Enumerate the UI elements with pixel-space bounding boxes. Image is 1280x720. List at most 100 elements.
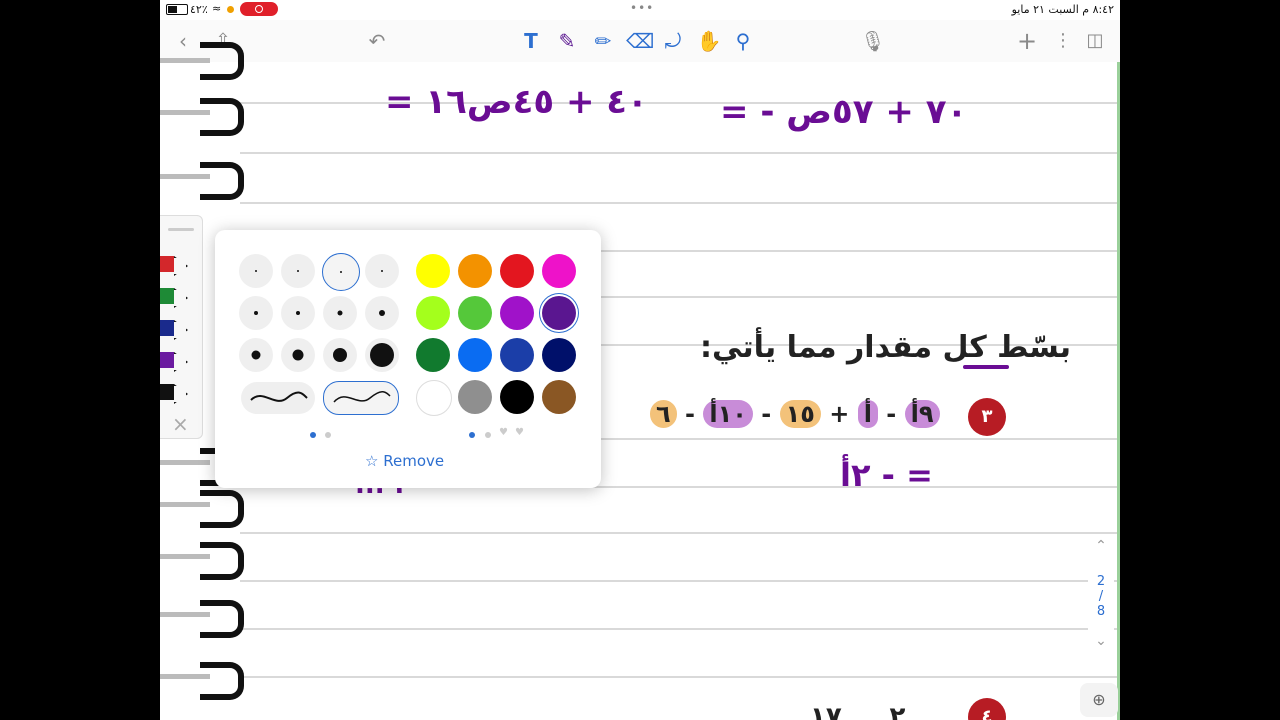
tapered-curve-icon — [333, 391, 391, 403]
problem-expression: ٩أ - أ + ١٥ - ١٠أ - ٦ — [650, 400, 940, 428]
handwriting-line1-left: ٤٠ + ٤٥ص١٦ = — [385, 82, 648, 122]
favorites-heart-icon[interactable]: ♥ — [499, 427, 508, 438]
page-dot-active[interactable] — [310, 432, 316, 438]
thickness-option[interactable] — [323, 338, 357, 372]
more-icon[interactable]: ⋮ — [1050, 28, 1076, 54]
thickness-option[interactable] — [365, 254, 399, 288]
pen-body — [160, 288, 174, 304]
color-swatch[interactable] — [542, 296, 576, 330]
thickness-option[interactable] — [281, 254, 315, 288]
eraser-icon[interactable]: ⌫ — [626, 28, 654, 54]
pen-tip — [174, 256, 188, 276]
thickness-option[interactable] — [281, 338, 315, 372]
expr-operator: + — [829, 400, 850, 428]
page-dot[interactable] — [325, 432, 331, 438]
thickness-option[interactable] — [365, 338, 399, 372]
ruled-line — [240, 580, 1120, 582]
screen-record-icon[interactable] — [240, 2, 278, 16]
current-page: 2 — [1096, 574, 1106, 589]
color-swatch[interactable] — [500, 380, 534, 414]
color-swatch[interactable] — [416, 380, 452, 416]
stroke-style-smooth[interactable] — [241, 382, 315, 414]
add-page-icon[interactable]: + — [1014, 28, 1040, 54]
thickness-option[interactable] — [239, 254, 273, 288]
undo-icon[interactable]: ↶ — [364, 28, 390, 54]
thickness-option[interactable] — [239, 296, 273, 330]
color-swatch[interactable] — [416, 254, 450, 288]
thickness-option[interactable] — [322, 253, 360, 291]
color-swatch[interactable] — [542, 338, 576, 372]
thickness-option[interactable] — [239, 338, 273, 372]
thickness-dot — [337, 310, 343, 316]
navy-pen[interactable] — [160, 318, 188, 340]
handwriting-line1-right: ٧٠ + ٥٧ص - = — [720, 92, 968, 132]
expr-operator: - — [886, 400, 897, 428]
back-chevron-icon[interactable]: ‹ — [170, 28, 196, 54]
color-swatch[interactable] — [500, 338, 534, 372]
expr-operator: - — [685, 400, 695, 428]
purple-pen[interactable] — [160, 350, 188, 372]
status-bar: ٤٢٪ ≈ ••• ٨:٤٢ م السبت ٢١ مايو — [160, 0, 1120, 20]
thickness-dot — [254, 311, 258, 315]
color-swatch[interactable] — [458, 338, 492, 372]
pages-icon[interactable]: ◫ — [1082, 28, 1108, 54]
chevron-up-icon[interactable]: ⌃ — [1088, 538, 1114, 554]
zoom-lens-icon[interactable]: ⚲ — [730, 28, 756, 54]
thickness-dot — [370, 343, 394, 367]
black-pen[interactable] — [160, 382, 188, 404]
remove-button[interactable]: ☆ Remove — [365, 452, 444, 470]
favorites-pen-tray: × — [160, 215, 203, 439]
ruled-line — [240, 532, 1120, 534]
page-edge — [1117, 62, 1120, 720]
chevron-down-icon[interactable]: ⌄ — [1088, 633, 1114, 649]
color-swatch[interactable] — [542, 254, 576, 288]
thickness-dot — [296, 311, 300, 315]
thickness-dot — [379, 310, 385, 316]
toolbar: ‹ ⇧ ↶ T ✎ ✏ ⌫ ⤾ ✋ ⚲ 🎙 + ⋮ ◫ — [160, 20, 1120, 63]
color-swatch[interactable] — [500, 254, 534, 288]
spiral-ring — [200, 42, 244, 80]
color-swatch[interactable] — [542, 380, 576, 414]
multitasking-dots-icon[interactable]: ••• — [630, 1, 654, 15]
thickness-dot — [255, 270, 257, 272]
color-swatch[interactable] — [458, 254, 492, 288]
pen-body — [160, 352, 174, 368]
page-dot[interactable] — [485, 432, 491, 438]
color-swatch[interactable] — [416, 296, 450, 330]
next-problem-badge: ٤ — [968, 698, 1006, 720]
microphone-icon[interactable]: 🎙 — [860, 28, 886, 54]
page-separator: / — [1098, 589, 1104, 604]
problem-number-badge: ٣ — [968, 398, 1006, 436]
spiral-ring — [200, 600, 244, 638]
page-scroll-indicator[interactable]: ⌃ 2 / 8 ⌄ — [1088, 538, 1114, 654]
battery-icon — [166, 4, 188, 15]
green-pen[interactable] — [160, 286, 188, 308]
handwritten-answer: = - ٢أ — [840, 456, 933, 494]
shapes-icon[interactable]: ✋ — [696, 28, 722, 54]
page-dot-active[interactable] — [469, 432, 475, 438]
highlighter-icon[interactable]: ✏ — [590, 28, 616, 54]
ruled-line — [240, 628, 1120, 630]
color-swatch[interactable] — [416, 338, 450, 372]
zoom-in-icon[interactable]: ⊕ — [1080, 683, 1118, 717]
color-swatch[interactable] — [500, 296, 534, 330]
pen-tool-icon[interactable]: ✎ — [554, 28, 580, 54]
thickness-option[interactable] — [365, 296, 399, 330]
close-icon[interactable]: × — [172, 412, 189, 436]
stroke-style-tapered[interactable] — [323, 381, 399, 415]
color-swatch[interactable] — [458, 380, 492, 414]
expr-term: ٦ — [650, 400, 677, 428]
pen-tip — [174, 352, 188, 372]
handwritten-underline — [963, 365, 1009, 369]
status-time-date: ٨:٤٢ م السبت ٢١ مايو — [1011, 3, 1114, 16]
thickness-option[interactable] — [281, 296, 315, 330]
pen-tip — [174, 384, 188, 404]
tray-handle[interactable] — [168, 228, 194, 231]
color-swatch[interactable] — [458, 296, 492, 330]
red-pen[interactable] — [160, 254, 188, 276]
thickness-option[interactable] — [323, 296, 357, 330]
text-tool-icon[interactable]: T — [518, 28, 544, 54]
lasso-icon[interactable]: ⤾ — [660, 28, 686, 54]
mic-indicator-dot — [227, 6, 234, 13]
favorites-heart-icon[interactable]: ♥ — [515, 427, 524, 438]
